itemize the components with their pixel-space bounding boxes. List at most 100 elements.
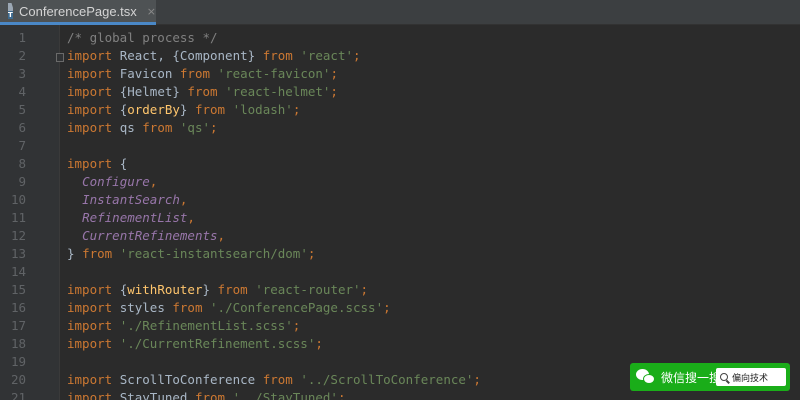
code-token: , [179, 192, 188, 207]
code-token: '../ScrollToConference' [300, 372, 474, 387]
code-line[interactable]: 5 import {orderBy} from 'lodash'; [0, 101, 800, 119]
wechat-search-watermark: 微信搜一搜 偏向技术 [630, 363, 790, 391]
code-token: import [67, 318, 120, 333]
code-text: import StayTuned from '../StayTuned'; [67, 389, 345, 400]
code-token: from [262, 48, 301, 63]
code-line[interactable]: 6 import qs from 'qs'; [0, 119, 800, 137]
code-token: } [202, 282, 218, 297]
code-line[interactable]: 3 import Favicon from 'react-favicon'; [0, 65, 800, 83]
line-number: 1 [18, 30, 26, 45]
code-token: RefinementList [82, 210, 188, 225]
code-token: from [82, 246, 120, 261]
line-number: 9 [18, 174, 26, 189]
code-token: ; [330, 84, 338, 99]
code-text: import Favicon from 'react-favicon'; [67, 65, 338, 83]
code-line[interactable]: 12 CurrentRefinements, [0, 227, 800, 245]
code-line[interactable]: 7 [0, 137, 800, 155]
code-token: import [67, 156, 120, 171]
code-text: /* global process */ [67, 29, 218, 47]
code-token: import [67, 372, 120, 387]
code-line[interactable]: 16 import styles from './ConferencePage.s… [0, 299, 800, 317]
code-token: { [119, 156, 128, 171]
tab-label: ConferencePage.tsx [18, 3, 137, 19]
code-line[interactable]: 4 import {Helmet} from 'react-helmet'; [0, 83, 800, 101]
code-token: 'qs' [179, 120, 211, 135]
close-icon[interactable]: × [147, 5, 156, 18]
code-token: import [67, 66, 120, 81]
code-token: styles [119, 300, 173, 315]
code-token: ; [330, 66, 338, 81]
code-token: } [67, 246, 83, 261]
code-text: import {orderBy} from 'lodash'; [67, 101, 300, 119]
code-token: import [67, 390, 120, 400]
code-token: 'react' [300, 48, 354, 63]
code-token: , [187, 210, 195, 225]
line-number: 4 [18, 84, 26, 99]
code-token: from [172, 300, 211, 315]
search-icon [720, 373, 728, 381]
code-token: } [179, 102, 195, 117]
code-text: CurrentRefinements, [67, 227, 225, 245]
code-editor[interactable]: 1 /* global process */ 2 import React, {Com… [0, 25, 800, 400]
code-token: ScrollToConference [119, 372, 263, 387]
line-number: 5 [18, 102, 26, 117]
code-token: Configure [82, 174, 150, 189]
code-token: import [67, 336, 120, 351]
code-token: CurrentRefinements [82, 228, 218, 243]
code-token: StayTuned [119, 390, 195, 400]
code-text: import ScrollToConference from '../Scrol… [67, 371, 481, 389]
code-token: './ConferencePage.scss' [210, 300, 384, 315]
code-token: from [187, 84, 226, 99]
code-token: './RefinementList.scss' [119, 318, 293, 333]
editor-tab-bar: TSX ConferencePage.tsx × [0, 0, 800, 25]
tsx-file-icon: TSX [8, 3, 13, 19]
code-token: ; [292, 102, 301, 117]
code-token: ; [210, 120, 218, 135]
code-token: '../StayTuned' [232, 390, 338, 400]
code-token: './CurrentRefinement.scss' [119, 336, 316, 351]
code-text: import styles from './ConferencePage.scs… [67, 299, 391, 317]
code-token: , [149, 174, 158, 189]
code-token: from [194, 102, 233, 117]
code-line[interactable]: 14 [0, 263, 800, 281]
line-number: 18 [10, 336, 26, 351]
code-token: import [67, 48, 120, 63]
line-number: 16 [10, 300, 26, 315]
code-line[interactable]: 10 InstantSearch, [0, 191, 800, 209]
code-line[interactable]: 17 import './RefinementList.scss'; [0, 317, 800, 335]
line-number: 15 [10, 282, 26, 297]
code-text: import React, {Component} from 'react'; [67, 47, 361, 65]
code-text: import './RefinementList.scss'; [67, 317, 300, 335]
code-line[interactable]: 13} from 'react-instantsearch/dom'; [0, 245, 800, 263]
line-number: 3 [18, 66, 26, 81]
code-token: ; [353, 48, 361, 63]
tab-conferencepage[interactable]: TSX ConferencePage.tsx × [0, 0, 156, 25]
line-number: 11 [10, 210, 26, 225]
code-line[interactable]: 2 import React, {Component} from 'react'; [0, 47, 800, 65]
line-number: 12 [10, 228, 26, 243]
code-token: 'react-router' [255, 282, 361, 297]
code-token: from [179, 66, 218, 81]
code-token: ; [473, 372, 481, 387]
code-line[interactable]: 9 Configure, [0, 173, 800, 191]
line-number: 19 [10, 354, 26, 369]
code-line[interactable]: 8 import { [0, 155, 800, 173]
code-token: import [67, 282, 120, 297]
code-token: 'react-favicon' [217, 66, 331, 81]
wechat-search-box: 偏向技术 [716, 368, 786, 386]
code-text: RefinementList, [67, 209, 195, 227]
code-token: InstantSearch [82, 192, 180, 207]
code-line[interactable]: 15 import {withRouter} from 'react-router… [0, 281, 800, 299]
line-number: 20 [10, 372, 26, 387]
code-token: orderBy [127, 102, 180, 117]
code-line[interactable]: 11 RefinementList, [0, 209, 800, 227]
code-token: from [142, 120, 180, 135]
code-text: import qs from 'qs'; [67, 119, 218, 137]
code-line[interactable]: 1 /* global process */ [0, 29, 800, 47]
code-line[interactable]: 18 import './CurrentRefinement.scss'; [0, 335, 800, 353]
line-number: 17 [10, 318, 26, 333]
code-token: import [67, 120, 120, 135]
line-number: 14 [10, 264, 26, 279]
